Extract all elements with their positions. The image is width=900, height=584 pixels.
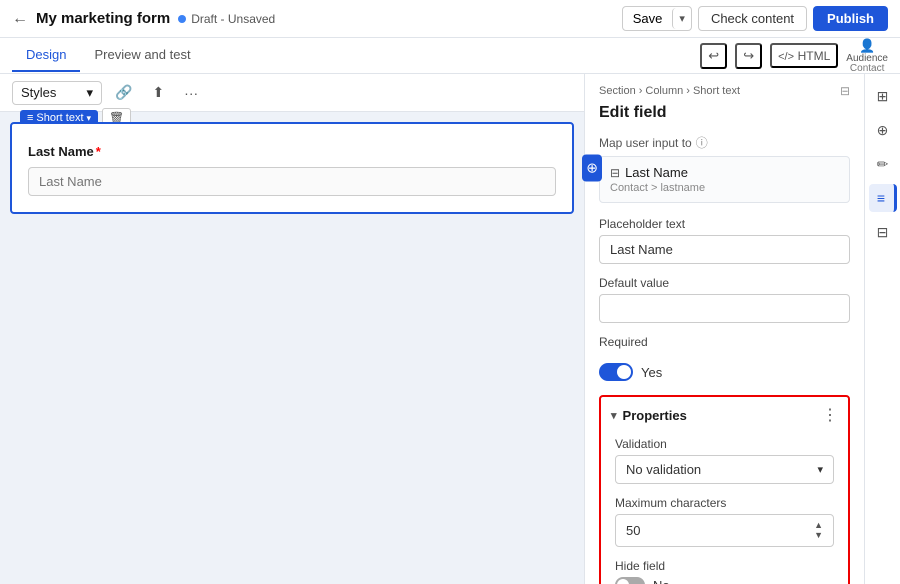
side-icon-3[interactable]: ✏ bbox=[869, 150, 897, 178]
tab-design[interactable]: Design bbox=[12, 39, 80, 72]
properties-menu-button[interactable]: ⋮ bbox=[822, 405, 838, 425]
properties-section: ▾ Properties ⋮ Validation No validation … bbox=[599, 395, 850, 584]
breadcrumb-section: Section bbox=[599, 85, 636, 97]
layout-icon: ⊟ bbox=[840, 84, 850, 98]
validation-chevron-icon: ▾ bbox=[817, 463, 823, 476]
toggle-small-knob bbox=[617, 579, 629, 584]
stepper-down-button[interactable]: ▼ bbox=[814, 531, 823, 540]
toggle-knob bbox=[617, 365, 631, 379]
map-field-name: ⊟ Last Name bbox=[610, 165, 839, 180]
html-icon: </> bbox=[778, 51, 794, 63]
breadcrumb-column: Column bbox=[645, 85, 683, 97]
audience-label: Audience bbox=[846, 54, 888, 64]
audience-button[interactable]: 👤 Audience Contact bbox=[846, 38, 888, 74]
field-block: Last Name* bbox=[10, 122, 574, 214]
right-panel: Section › Column › Short text ⊟ Edit fie… bbox=[584, 74, 864, 584]
image-button[interactable]: ⬆ bbox=[145, 80, 171, 105]
undo-button[interactable]: ↩ bbox=[700, 43, 727, 69]
redo-button[interactable]: ↪ bbox=[735, 43, 762, 69]
info-icon: ⓘ bbox=[696, 134, 708, 151]
required-toggle[interactable] bbox=[599, 363, 633, 381]
max-chars-input[interactable]: 50 ▲ ▼ bbox=[615, 514, 834, 547]
hide-field-toggle[interactable] bbox=[615, 577, 645, 584]
breadcrumb: Section › Column › Short text ⊟ bbox=[599, 84, 850, 98]
canvas-area: Styles ▾ 🔗 ⬆ ··· ≡ Short text ▾ 🗑 bbox=[0, 74, 584, 584]
required-star: * bbox=[96, 144, 101, 159]
breadcrumb-short-text: Short text bbox=[693, 85, 740, 97]
publish-button[interactable]: Publish bbox=[813, 6, 888, 31]
properties-label: Properties bbox=[623, 408, 687, 423]
required-toggle-row: Yes bbox=[599, 363, 850, 381]
default-input[interactable] bbox=[599, 294, 850, 323]
validation-label: Validation bbox=[615, 437, 834, 451]
back-button[interactable]: ← bbox=[12, 10, 28, 28]
styles-dropdown[interactable]: Styles ▾ bbox=[12, 81, 102, 105]
back-icon: ← bbox=[12, 10, 28, 28]
properties-header-left: ▾ Properties bbox=[611, 408, 687, 423]
required-section-label: Required bbox=[599, 335, 648, 349]
hide-field-label: Hide field bbox=[615, 559, 834, 573]
page-title: My marketing form bbox=[36, 10, 170, 27]
properties-chevron-icon: ▾ bbox=[611, 409, 617, 422]
check-content-button[interactable]: Check content bbox=[698, 6, 807, 31]
stepper-up-button[interactable]: ▲ bbox=[814, 521, 823, 530]
header-right: Save ▾ Check content Publish bbox=[622, 6, 888, 31]
side-icon-4[interactable]: ≡ bbox=[869, 184, 897, 212]
map-field-box[interactable]: ⊟ Last Name Contact > lastname bbox=[599, 156, 850, 203]
map-input-label: Map user input to ⓘ bbox=[599, 134, 850, 151]
header-left: ← My marketing form Draft - Unsaved bbox=[12, 10, 275, 28]
html-button[interactable]: </> HTML bbox=[770, 43, 838, 68]
contact-label: Contact bbox=[850, 64, 884, 74]
properties-header[interactable]: ▾ Properties ⋮ bbox=[601, 397, 848, 433]
default-label: Default value bbox=[599, 276, 850, 290]
map-field-icon: ⊟ bbox=[610, 166, 620, 180]
move-handle[interactable]: ⊕ bbox=[582, 155, 602, 182]
required-row: Required bbox=[599, 335, 850, 349]
map-field-path: Contact > lastname bbox=[610, 182, 839, 194]
edit-field-title: Edit field bbox=[599, 104, 850, 122]
validation-value: No validation bbox=[626, 462, 701, 477]
status-text: Draft - Unsaved bbox=[191, 12, 275, 26]
max-chars-label: Maximum characters bbox=[615, 496, 834, 510]
tab-bar: Design Preview and test ↩ ↪ </> HTML 👤 A… bbox=[0, 38, 900, 74]
breadcrumb-sep2: › bbox=[686, 85, 690, 97]
tab-preview[interactable]: Preview and test bbox=[80, 39, 204, 72]
save-button[interactable]: Save bbox=[623, 7, 673, 30]
required-yes-label: Yes bbox=[641, 365, 662, 380]
field-wrapper: ≡ Short text ▾ 🗑 Last Name* ⊕ bbox=[10, 122, 574, 214]
save-chevron-button[interactable]: ▾ bbox=[672, 8, 691, 29]
html-label: HTML bbox=[798, 49, 831, 63]
hide-no-label: No bbox=[653, 578, 670, 584]
number-stepper[interactable]: ▲ ▼ bbox=[814, 521, 823, 540]
max-chars-value: 50 bbox=[626, 523, 640, 538]
save-group: Save ▾ bbox=[622, 6, 692, 31]
app-header: ← My marketing form Draft - Unsaved Save… bbox=[0, 0, 900, 38]
audience-icon: 👤 bbox=[859, 38, 875, 54]
placeholder-label: Placeholder text bbox=[599, 217, 850, 231]
canvas-toolbar: Styles ▾ 🔗 ⬆ ··· bbox=[0, 74, 584, 112]
placeholder-input[interactable] bbox=[599, 235, 850, 264]
link-button[interactable]: 🔗 bbox=[108, 80, 139, 105]
side-icon-1[interactable]: ⊞ bbox=[869, 82, 897, 110]
hide-field-row: No bbox=[615, 577, 834, 584]
field-input[interactable] bbox=[28, 167, 556, 196]
tab-bar-left: Design Preview and test bbox=[12, 39, 205, 72]
tab-bar-right: ↩ ↪ </> HTML 👤 Audience Contact bbox=[700, 38, 888, 74]
edit-field-panel: Section › Column › Short text ⊟ Edit fie… bbox=[585, 74, 864, 584]
validation-select[interactable]: No validation ▾ bbox=[615, 455, 834, 484]
breadcrumb-sep1: › bbox=[639, 85, 643, 97]
styles-label: Styles bbox=[21, 85, 56, 100]
canvas-content: ≡ Short text ▾ 🗑 Last Name* ⊕ bbox=[0, 112, 584, 224]
status-badge: Draft - Unsaved bbox=[178, 12, 275, 26]
status-dot bbox=[178, 15, 186, 23]
properties-body: Validation No validation ▾ Maximum chara… bbox=[601, 433, 848, 584]
side-icon-5[interactable]: ⊟ bbox=[869, 218, 897, 246]
side-icon-2[interactable]: ⊕ bbox=[869, 116, 897, 144]
side-icons: ⊞ ⊕ ✏ ≡ ⊟ bbox=[864, 74, 900, 584]
more-button[interactable]: ··· bbox=[177, 81, 205, 105]
field-label: Last Name* bbox=[28, 144, 556, 159]
chevron-down-icon: ▾ bbox=[86, 85, 93, 101]
main-layout: Styles ▾ 🔗 ⬆ ··· ≡ Short text ▾ 🗑 bbox=[0, 74, 900, 584]
